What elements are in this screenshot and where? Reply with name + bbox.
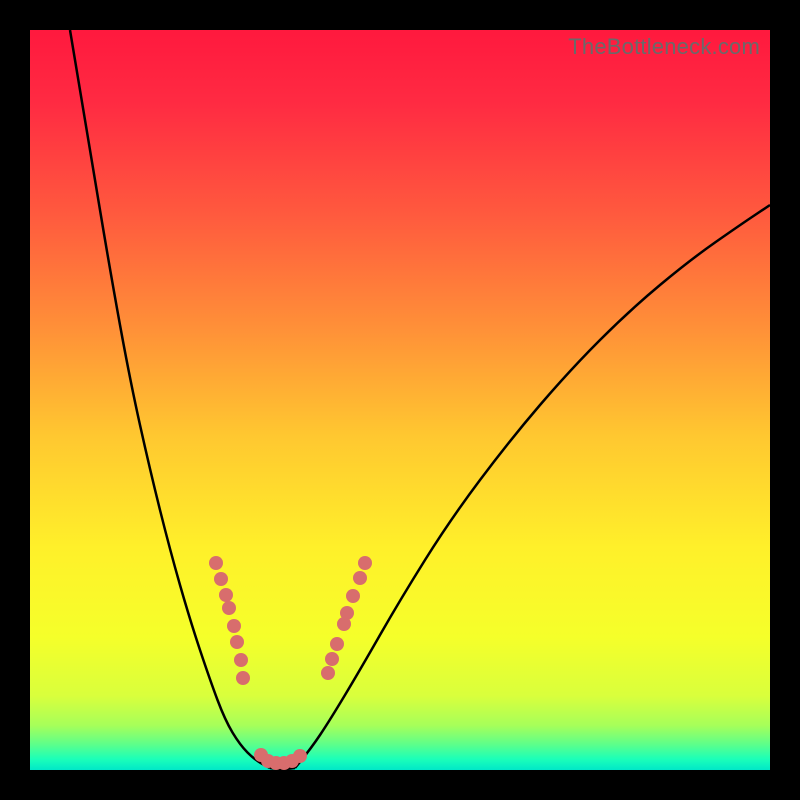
highlight-dot bbox=[293, 749, 307, 763]
highlight-dot bbox=[209, 556, 223, 570]
highlight-dot bbox=[346, 589, 360, 603]
highlight-dot bbox=[214, 572, 228, 586]
right-branch-curve bbox=[295, 205, 770, 768]
highlight-dot bbox=[222, 601, 236, 615]
highlight-dot bbox=[353, 571, 367, 585]
highlight-dot bbox=[234, 653, 248, 667]
highlight-dot bbox=[325, 652, 339, 666]
highlight-dot bbox=[340, 606, 354, 620]
highlight-dot bbox=[219, 588, 233, 602]
curve-layer bbox=[30, 30, 770, 770]
highlight-dots bbox=[209, 556, 372, 770]
highlight-dot bbox=[330, 637, 344, 651]
highlight-dot bbox=[227, 619, 241, 633]
highlight-dot bbox=[230, 635, 244, 649]
chart-frame: TheBottleneck.com bbox=[0, 0, 800, 800]
highlight-dot bbox=[321, 666, 335, 680]
plot-area: TheBottleneck.com bbox=[30, 30, 770, 770]
highlight-dot bbox=[236, 671, 250, 685]
highlight-dot bbox=[358, 556, 372, 570]
